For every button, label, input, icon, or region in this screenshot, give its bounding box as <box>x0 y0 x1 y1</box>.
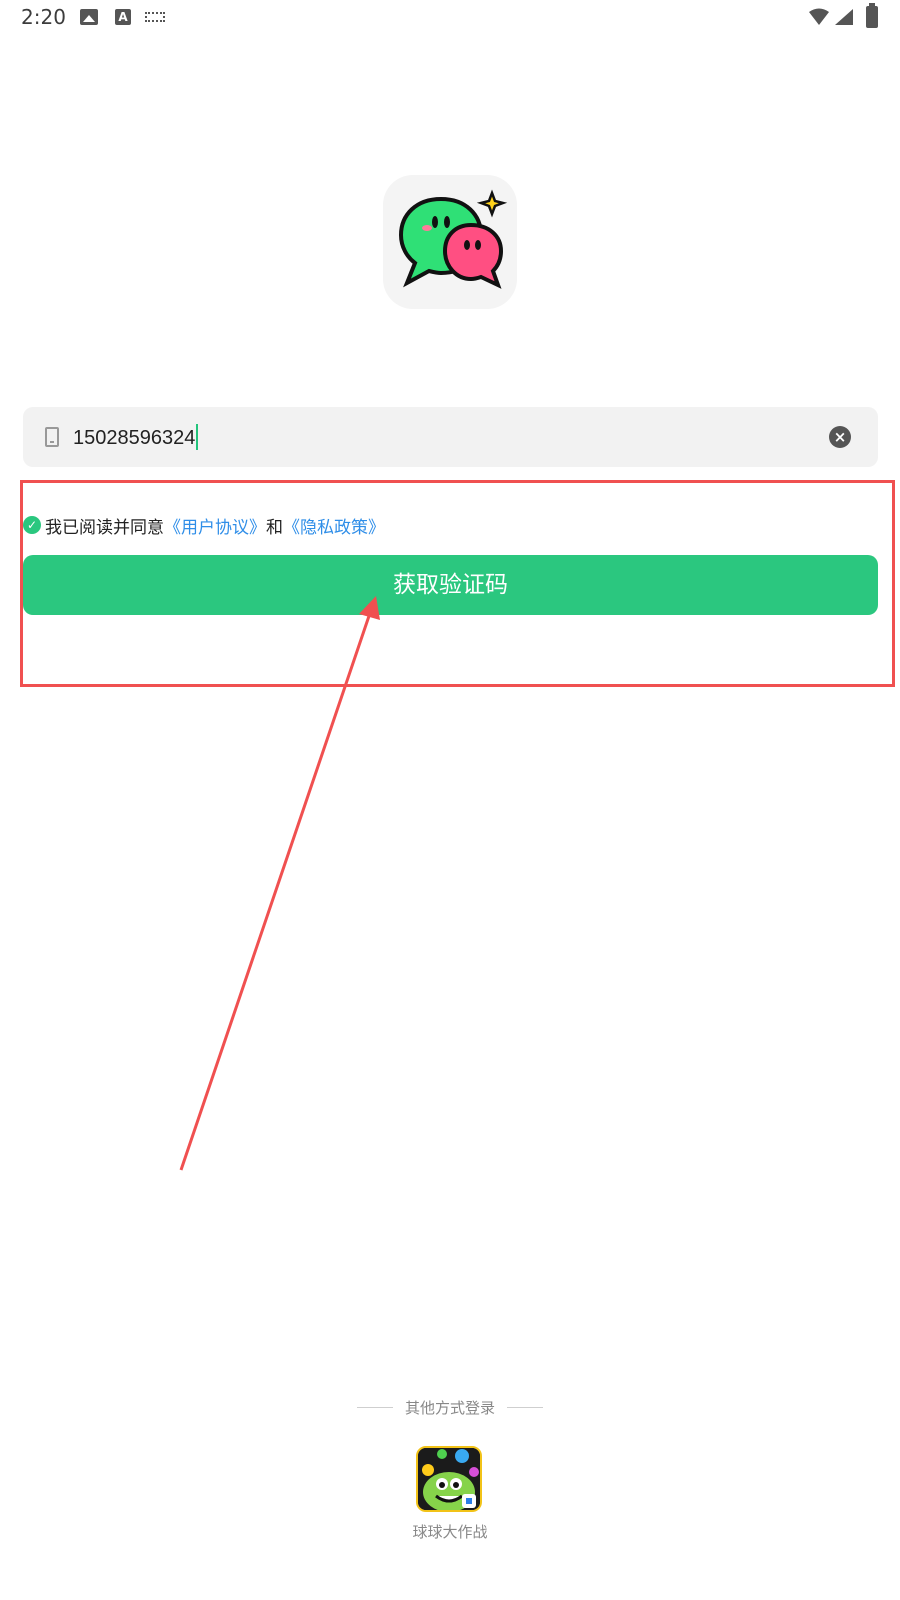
other-login-divider: 其他方式登录 <box>357 1395 543 1419</box>
status-time: 2:20 <box>21 5 66 29</box>
other-login-title: 其他方式登录 <box>404 1398 495 1417</box>
wifi-icon <box>809 8 829 25</box>
photo-notification-icon <box>80 9 98 25</box>
agreement-prefix: 我已阅读并同意 <box>45 517 164 538</box>
login-screen: 2:20 A 15028596324 × ✓ 我已阅读并同意 《用户协议》 和 … <box>0 0 900 1600</box>
app-logo <box>383 175 517 309</box>
user-agreement-link[interactable]: 《用户协议》 <box>164 513 266 538</box>
chat-bubbles-logo-icon <box>398 189 508 289</box>
status-bar: 2:20 A <box>0 0 900 38</box>
phone-icon <box>45 427 59 447</box>
signal-icon <box>835 9 853 25</box>
agreement-conjunction: 和 <box>266 517 283 538</box>
game-login-label: 球球大作战 <box>412 1523 488 1541</box>
text-caret <box>196 424 199 450</box>
divider-line-right <box>507 1406 543 1408</box>
text-notification-icon: A <box>115 9 131 25</box>
annotation-arrow-line <box>179 615 371 1171</box>
agreement-row: ✓ 我已阅读并同意 《用户协议》 和 《隐私政策》 <box>23 513 385 538</box>
get-verification-code-button[interactable]: 获取验证码 <box>23 555 878 615</box>
phone-input-field[interactable]: 15028596324 × <box>23 407 878 467</box>
privacy-policy-link[interactable]: 《隐私政策》 <box>283 513 385 538</box>
green-monster-game-icon <box>418 1448 480 1510</box>
checkmark-icon[interactable]: ✓ <box>23 516 41 534</box>
keyboard-icon <box>145 12 165 22</box>
phone-input[interactable]: 15028596324 <box>73 424 199 450</box>
clear-icon[interactable]: × <box>829 426 851 448</box>
game-login-icon[interactable] <box>416 1446 482 1512</box>
divider-line-left <box>357 1406 393 1408</box>
phone-value-text: 15028596324 <box>73 427 196 449</box>
battery-icon <box>866 3 878 28</box>
